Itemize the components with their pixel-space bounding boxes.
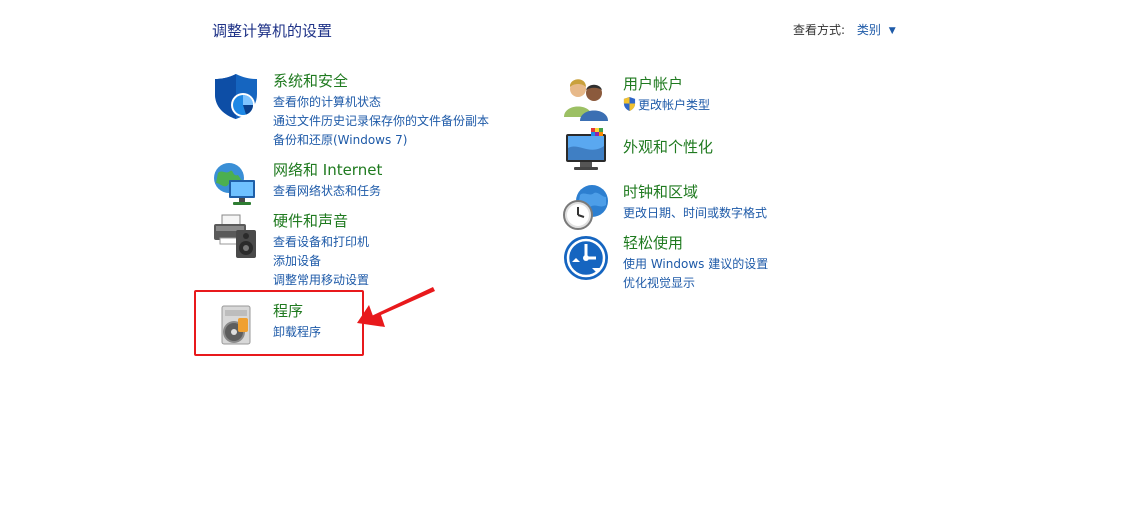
category-heading[interactable]: 系统和安全: [273, 72, 348, 90]
link-file-history-backup[interactable]: 通过文件历史记录保存你的文件备份副本: [273, 112, 489, 131]
link-change-account-type[interactable]: 更改帐户类型: [623, 96, 710, 115]
view-by-control: 查看方式: 类别 ▼: [793, 21, 896, 38]
link-view-computer-status[interactable]: 查看你的计算机状态: [273, 93, 489, 112]
category-heading[interactable]: 网络和 Internet: [273, 161, 382, 179]
link-devices-printers[interactable]: 查看设备和打印机: [273, 233, 369, 252]
view-by-dropdown[interactable]: 类别: [857, 23, 881, 37]
uac-shield-icon: [623, 97, 636, 111]
link-windows-recommended-settings[interactable]: 使用 Windows 建议的设置: [623, 255, 768, 274]
chevron-down-icon[interactable]: ▼: [889, 26, 896, 36]
link-change-date-time-format[interactable]: 更改日期、时间或数字格式: [623, 204, 767, 223]
link-backup-restore[interactable]: 备份和还原(Windows 7): [273, 131, 489, 150]
category-heading[interactable]: 外观和个性化: [623, 138, 713, 156]
page-title: 调整计算机的设置: [212, 22, 333, 40]
network-globe-icon[interactable]: [212, 161, 260, 209]
users-icon[interactable]: [562, 75, 610, 123]
annotation-arrow-icon: [357, 287, 435, 327]
category-heading[interactable]: 用户帐户: [623, 75, 683, 93]
ease-of-access-icon[interactable]: [562, 234, 610, 282]
link-network-status[interactable]: 查看网络状态和任务: [273, 182, 381, 201]
link-optimize-visual-display[interactable]: 优化视觉显示: [623, 274, 768, 293]
category-heading[interactable]: 硬件和声音: [273, 212, 348, 230]
link-add-device[interactable]: 添加设备: [273, 252, 369, 271]
view-by-label: 查看方式:: [793, 23, 846, 37]
printer-speaker-icon[interactable]: [212, 212, 260, 260]
monitor-palette-icon[interactable]: [562, 128, 610, 176]
clock-globe-icon[interactable]: [562, 183, 610, 231]
category-heading[interactable]: 轻松使用: [623, 234, 683, 252]
shield-icon[interactable]: [212, 72, 260, 120]
link-label: 更改帐户类型: [638, 98, 711, 112]
highlight-box: [194, 290, 364, 356]
category-heading[interactable]: 时钟和区域: [623, 183, 698, 201]
